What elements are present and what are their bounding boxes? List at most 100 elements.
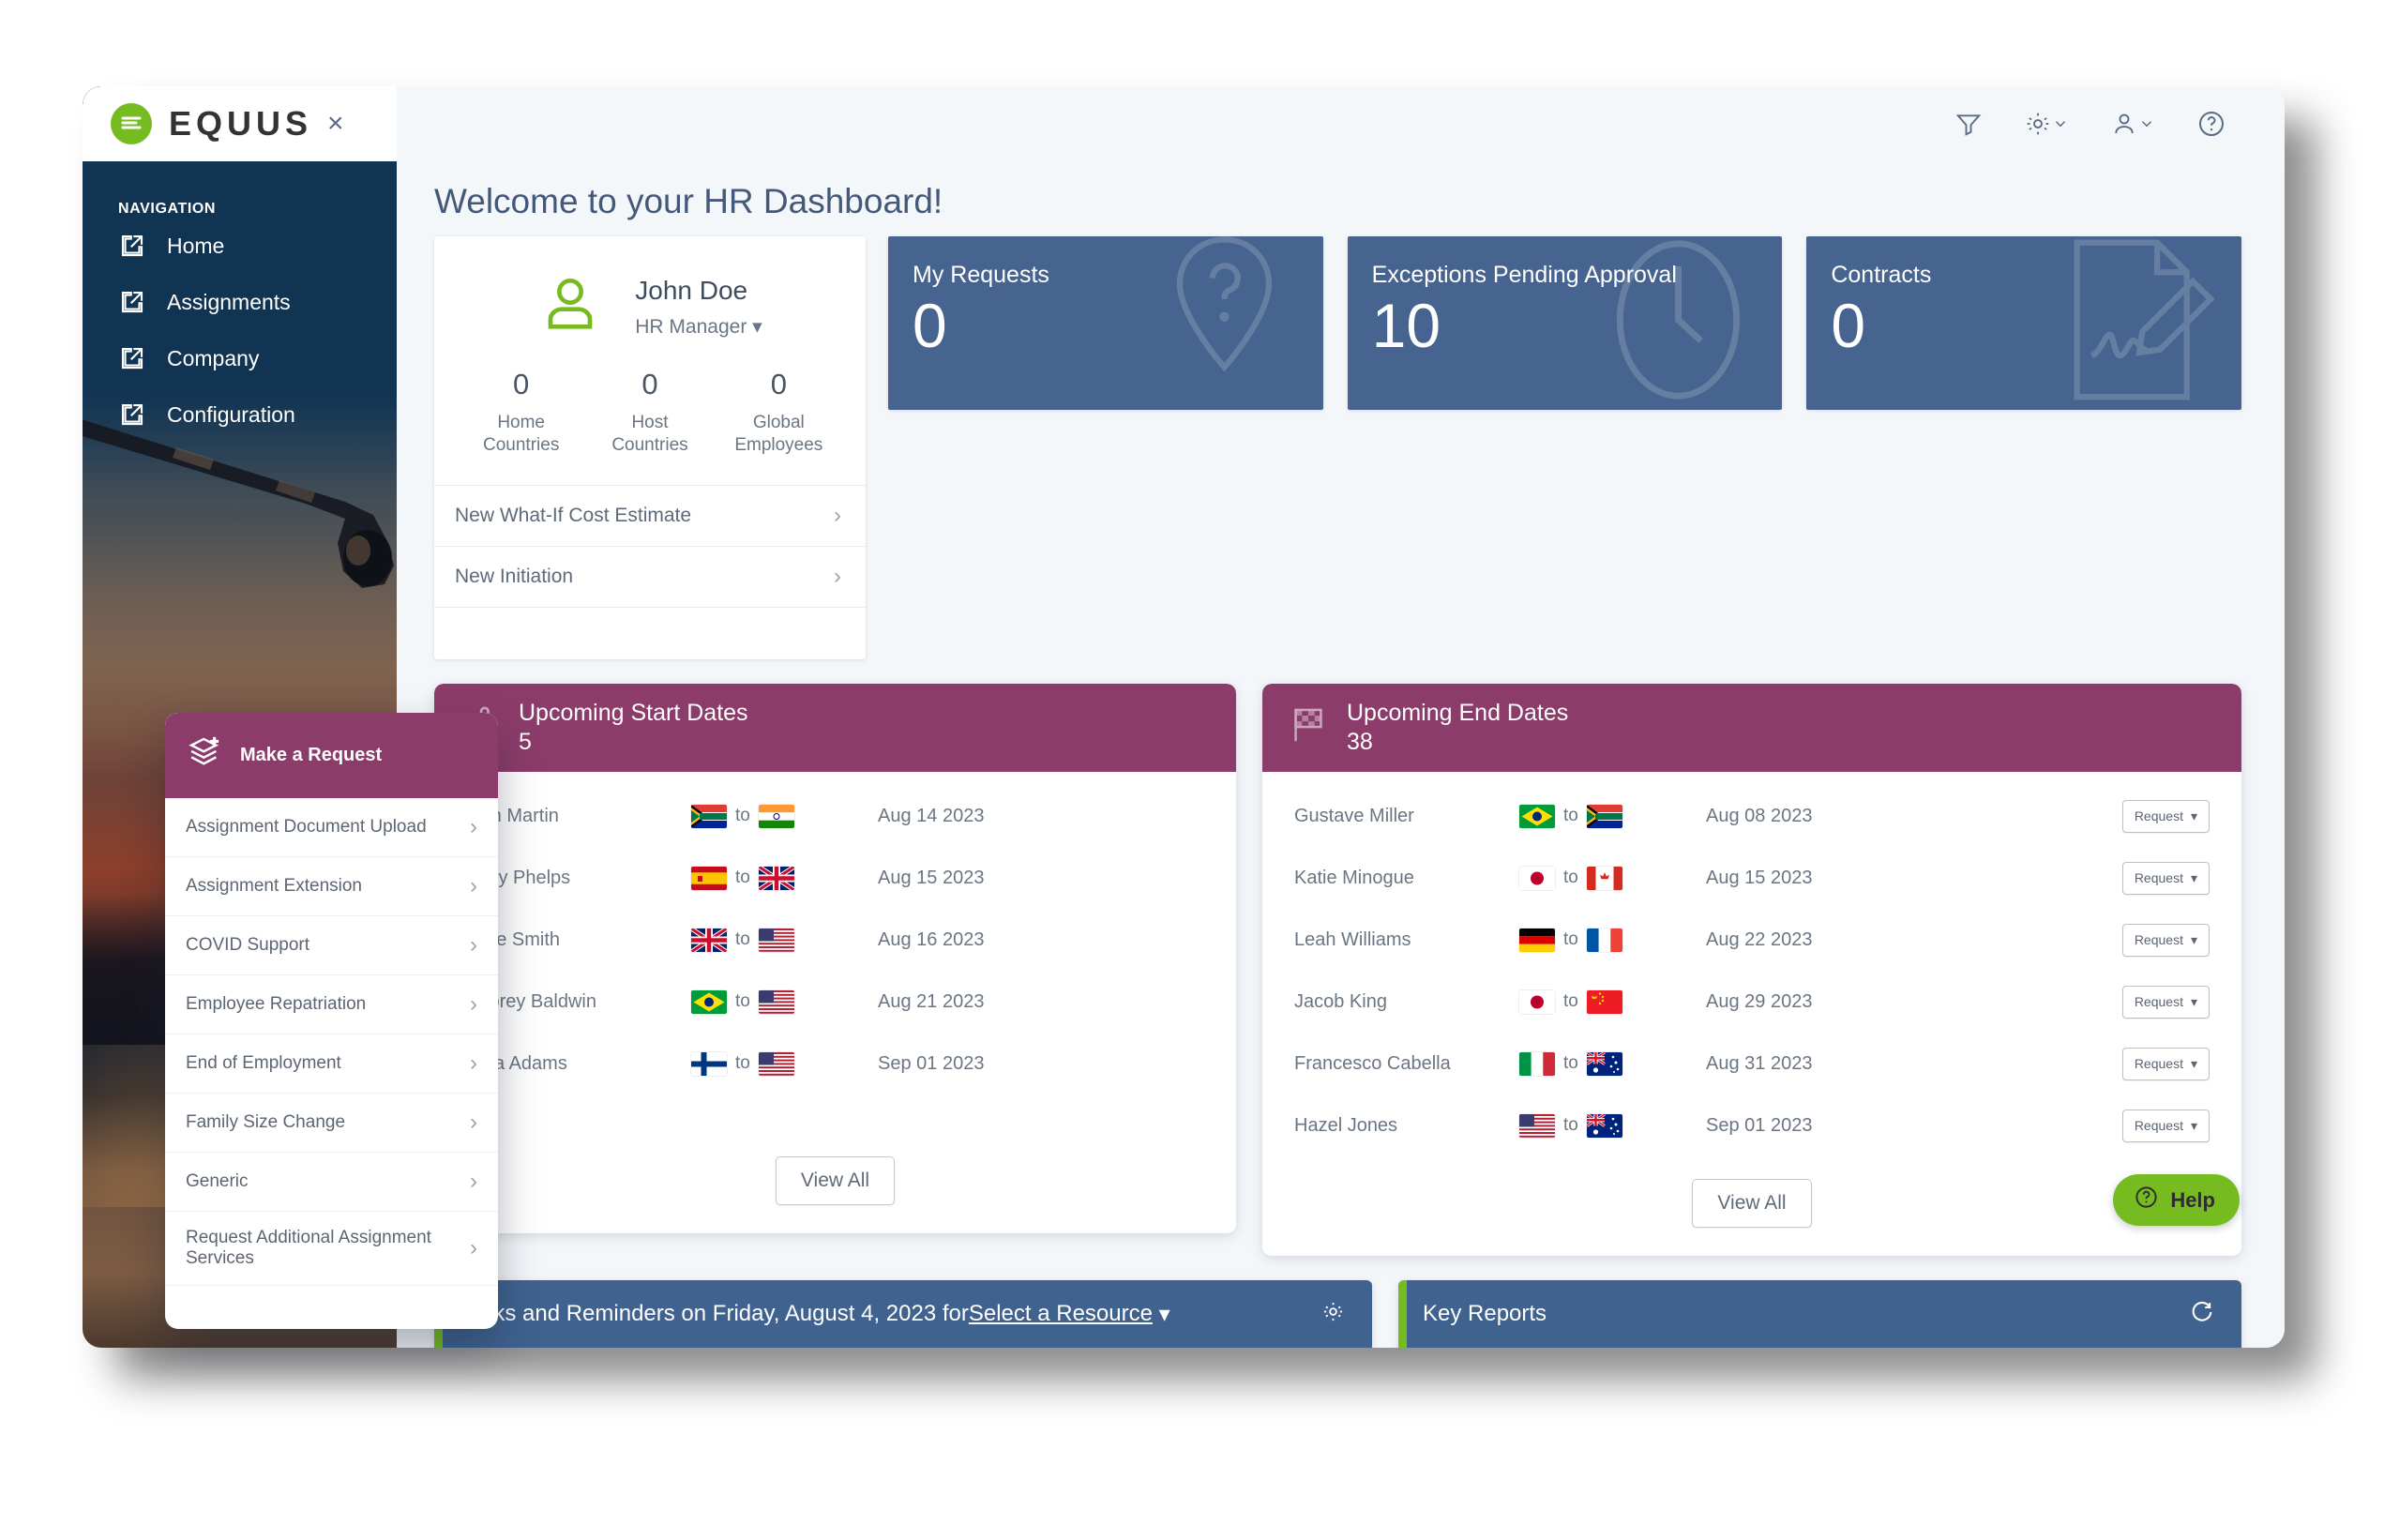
request-label: Request [2134,1118,2183,1134]
row-action: Request ▾ [2097,861,2210,895]
row-action: Request ▾ [2097,1109,2210,1142]
kpi-title: Contracts [1831,262,1932,288]
user-icon[interactable] [2110,110,2155,138]
profile-card: John Doe HR Manager ▾ 0 Home Countries 0… [434,236,866,659]
flag-fr [1586,928,1622,952]
brand-bar: EQUUS × [83,86,397,161]
new-what-if-cost-estimate-link[interactable]: New What-If Cost Estimate › [434,484,866,546]
make-a-request-panel: Make a Request Assignment Document Uploa… [165,713,498,1329]
request-item-label: Generic [186,1171,249,1191]
upcoming-start-dates-panel: Upcoming Start Dates 5 Tom Martin to Aug… [434,683,1236,1234]
start-date: Aug 14 2023 [878,805,985,826]
request-dropdown-button[interactable]: Request ▾ [2121,1047,2210,1080]
view-all-button[interactable]: View All [775,1156,896,1206]
refresh-icon[interactable] [2189,1299,2215,1330]
help-circle-icon[interactable] [2196,109,2226,139]
sidebar-item-assignments[interactable]: Assignments [83,274,397,330]
flag-us [758,928,794,952]
kpi-value: 10 [1371,291,1441,360]
kpi-title: Exceptions Pending Approval [1371,262,1677,288]
request-item-generic[interactable]: Generic › [165,1153,498,1212]
employee-name: Gustave Miller [1294,805,1414,826]
start-date: Aug 16 2023 [878,929,985,950]
flag-za [1586,804,1622,828]
table-row[interactable]: Katie Minogue to Aug 15 2023 Request ▾ [1262,847,2241,909]
route-flags: to [1519,1051,1683,1076]
table-row[interactable]: Mary Phelps to Aug 15 2023 [434,847,1236,909]
panels-row: Upcoming Start Dates 5 Tom Martin to Aug… [434,683,2241,1257]
to-label: to [1563,929,1578,950]
flag-br [691,989,727,1014]
employee-name: Jacob King [1294,990,1387,1012]
sidebar-item-label: Assignments [167,289,291,314]
sidebar-item-company[interactable]: Company [83,330,397,386]
help-button[interactable]: Help [2113,1174,2240,1226]
new-initiation-link[interactable]: New Initiation › [434,545,866,607]
profile-role-label: HR Manager [635,316,747,338]
external-link-icon [118,232,146,260]
request-item-family-size-change[interactable]: Family Size Change › [165,1094,498,1153]
request-dropdown-button[interactable]: Request ▾ [2121,799,2210,833]
chevron-down-icon: ▾ [2190,869,2197,885]
sidebar-item-home[interactable]: Home [83,218,397,274]
chevron-right-icon: › [470,1169,477,1194]
select-a-resource-link[interactable]: Select a Resource [969,1301,1153,1327]
view-all-button[interactable]: View All [1692,1179,1812,1229]
chevron-right-icon: › [470,1110,477,1135]
equus-logo-icon [111,103,152,144]
request-item-label: End of Employment [186,1053,341,1073]
request-dropdown-button[interactable]: Request ▾ [2121,861,2210,895]
to-label: to [1563,1053,1578,1074]
table-row[interactable]: Arya Adams to Sep 01 2023 [434,1033,1236,1095]
flag-br [1519,804,1555,828]
table-row[interactable]: Francesco Cabella to Aug 31 2023 Request… [1262,1033,2241,1095]
chevron-down-icon[interactable]: ▾ [1153,1301,1170,1328]
filter-icon[interactable] [1954,110,1983,138]
stat-label: Host Countries [611,413,688,455]
gear-icon[interactable] [1320,1299,1346,1329]
sidebar-item-configuration[interactable]: Configuration [83,386,397,443]
table-row[interactable]: Jacob King to Aug 29 2023 Request ▾ [1262,971,2241,1033]
flag-au [1586,1113,1622,1138]
chevron-right-icon: › [470,991,477,1017]
table-row[interactable]: Leah Williams to Aug 22 2023 Request ▾ [1262,909,2241,971]
profile-role-dropdown[interactable]: HR Manager ▾ [635,315,762,339]
end-date: Aug 22 2023 [1706,929,1813,950]
request-item-label: Assignment Document Upload [186,817,427,837]
request-item-employee-repatriation[interactable]: Employee Repatriation › [165,975,498,1034]
request-dropdown-button[interactable]: Request ▾ [2121,923,2210,957]
request-dropdown-button[interactable]: Request ▾ [2121,985,2210,1019]
key-reports-title: Key Reports [1423,1301,1547,1327]
request-item-assignment-document-upload[interactable]: Assignment Document Upload › [165,798,498,857]
flag-gb [758,866,794,890]
end-date: Aug 08 2023 [1706,805,1813,826]
stat-value: 0 [641,368,658,400]
flag-us [1519,1113,1555,1138]
kpi-exceptions-pending-approval[interactable]: Exceptions Pending Approval 10 [1347,236,1783,410]
checkered-flag-icon [1287,703,1330,751]
table-row[interactable]: Gustave Miller to Aug 08 2023 Request ▾ [1262,785,2241,847]
chevron-right-icon: › [470,814,477,839]
table-row[interactable]: Aubrey Baldwin to Aug 21 2023 [434,971,1236,1033]
gear-icon[interactable] [2024,110,2069,138]
close-icon[interactable]: × [327,110,344,138]
request-item-request-additional-assignment-services[interactable]: Request Additional Assignment Services › [165,1212,498,1286]
flag-de [1519,928,1555,952]
request-item-end-of-employment[interactable]: End of Employment › [165,1034,498,1094]
profile-card-footer [434,606,866,659]
table-row[interactable]: Hazel Jones to Sep 01 2023 Request ▾ [1262,1095,2241,1156]
row-action: Request ▾ [2097,985,2210,1019]
request-dropdown-button[interactable]: Request ▾ [2121,1109,2210,1142]
panel-footer: View All [434,1102,1236,1233]
employee-name: Leah Williams [1294,929,1411,950]
kpi-my-requests[interactable]: My Requests 0 [888,236,1323,410]
flag-za [691,804,727,828]
kpi-tiles: My Requests 0 Exceptions Pending Approva… [888,236,2242,410]
kpi-contracts[interactable]: Contracts 0 [1806,236,2242,410]
table-row[interactable]: Jane Smith to Aug 16 2023 [434,909,1236,971]
request-item-assignment-extension[interactable]: Assignment Extension › [165,857,498,916]
table-row[interactable]: Tom Martin to Aug 14 2023 [434,785,1236,847]
end-date: Aug 29 2023 [1706,990,1813,1012]
request-item-covid-support[interactable]: COVID Support › [165,916,498,975]
chevron-down-icon: ▾ [2190,808,2197,823]
